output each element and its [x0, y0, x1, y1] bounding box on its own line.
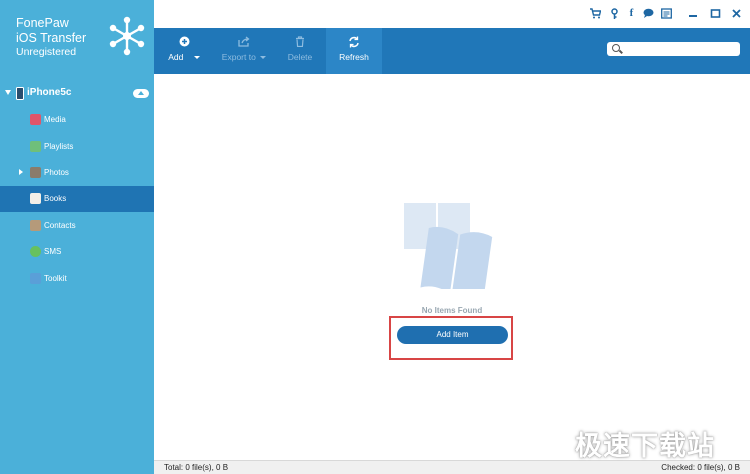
eject-icon[interactable] — [133, 89, 149, 98]
sms-icon — [30, 246, 41, 257]
iphone-icon — [16, 87, 24, 100]
watermark-text: 极速下载站 — [575, 431, 715, 462]
maximize-icon[interactable] — [710, 8, 721, 19]
sidebar-item-label: Media — [44, 115, 66, 124]
empty-state-message: No Items Found — [421, 306, 483, 315]
refresh-button[interactable]: Refresh — [326, 28, 382, 74]
chat-icon[interactable] — [643, 8, 654, 19]
dropdown-arrow-icon[interactable] — [193, 56, 200, 60]
export-icon — [218, 36, 270, 50]
title-bar: f — [154, 0, 750, 28]
playlist-icon — [30, 141, 41, 152]
delete-button[interactable]: Delete — [280, 28, 320, 74]
key-icon[interactable] — [609, 8, 620, 19]
contacts-icon — [30, 220, 41, 231]
sidebar: FonePaw iOS Transfer Unregistered iPhone… — [0, 0, 154, 474]
app-name-line1: FonePaw — [16, 16, 69, 30]
minimize-icon[interactable] — [688, 8, 699, 19]
sidebar-item-label: Books — [44, 194, 67, 203]
sidebar-item-media[interactable]: Media — [0, 107, 154, 133]
sidebar-item-toolkit[interactable]: Toolkit — [0, 266, 154, 292]
sidebar-item-label: SMS — [44, 247, 62, 256]
add-icon — [162, 36, 206, 50]
expand-arrow-icon[interactable] — [19, 169, 23, 175]
checked-count: Checked: 0 file(s), 0 B — [661, 463, 740, 472]
sidebar-item-books[interactable]: Books — [0, 186, 154, 212]
export-to-button[interactable]: Export to — [218, 28, 270, 74]
empty-books-icon — [404, 203, 493, 289]
collapse-arrow-icon[interactable] — [5, 90, 11, 95]
sidebar-item-label: Toolkit — [44, 274, 67, 283]
add-button[interactable]: Add — [162, 28, 206, 74]
export-text: Export to — [221, 52, 256, 62]
cart-icon[interactable] — [590, 8, 602, 19]
sidebar-item-contacts[interactable]: Contacts — [0, 213, 154, 239]
add-item-button[interactable]: Add Item — [397, 326, 508, 344]
app-brand: FonePaw iOS Transfer Unregistered — [16, 16, 86, 60]
device-row[interactable]: iPhone5c — [0, 84, 154, 104]
app-name-line2: iOS Transfer — [16, 30, 87, 45]
sidebar-item-label: Photos — [44, 168, 69, 177]
toolbar: Add Export to Delete Refresh — [154, 28, 750, 74]
dropdown-arrow-icon[interactable] — [260, 56, 267, 60]
search-input[interactable] — [607, 42, 740, 56]
close-icon[interactable] — [731, 8, 742, 19]
book-icon — [30, 193, 41, 204]
music-icon — [30, 114, 41, 125]
refresh-icon — [326, 36, 382, 51]
feedback-icon[interactable] — [661, 8, 672, 19]
sidebar-item-label: Contacts — [44, 221, 76, 230]
trash-icon — [280, 36, 320, 50]
toolkit-icon — [30, 273, 41, 284]
refresh-label: Refresh — [339, 52, 369, 62]
sidebar-item-photos[interactable]: Photos — [0, 160, 154, 186]
add-text: Add — [168, 52, 184, 62]
search-icon[interactable] — [612, 44, 620, 52]
sidebar-item-sms[interactable]: SMS — [0, 239, 154, 265]
registration-status[interactable]: Unregistered — [16, 45, 86, 60]
export-label: Export to — [218, 52, 270, 62]
snowflake-logo-icon — [109, 16, 145, 56]
sidebar-item-playlists[interactable]: Playlists — [0, 134, 154, 160]
sidebar-item-label: Playlists — [44, 142, 74, 151]
device-name: iPhone5c — [27, 87, 72, 98]
photos-icon — [30, 167, 41, 178]
total-count: Total: 0 file(s), 0 B — [164, 463, 229, 472]
delete-label: Delete — [287, 52, 313, 62]
facebook-icon[interactable]: f — [626, 8, 637, 19]
add-label: Add — [162, 52, 206, 62]
